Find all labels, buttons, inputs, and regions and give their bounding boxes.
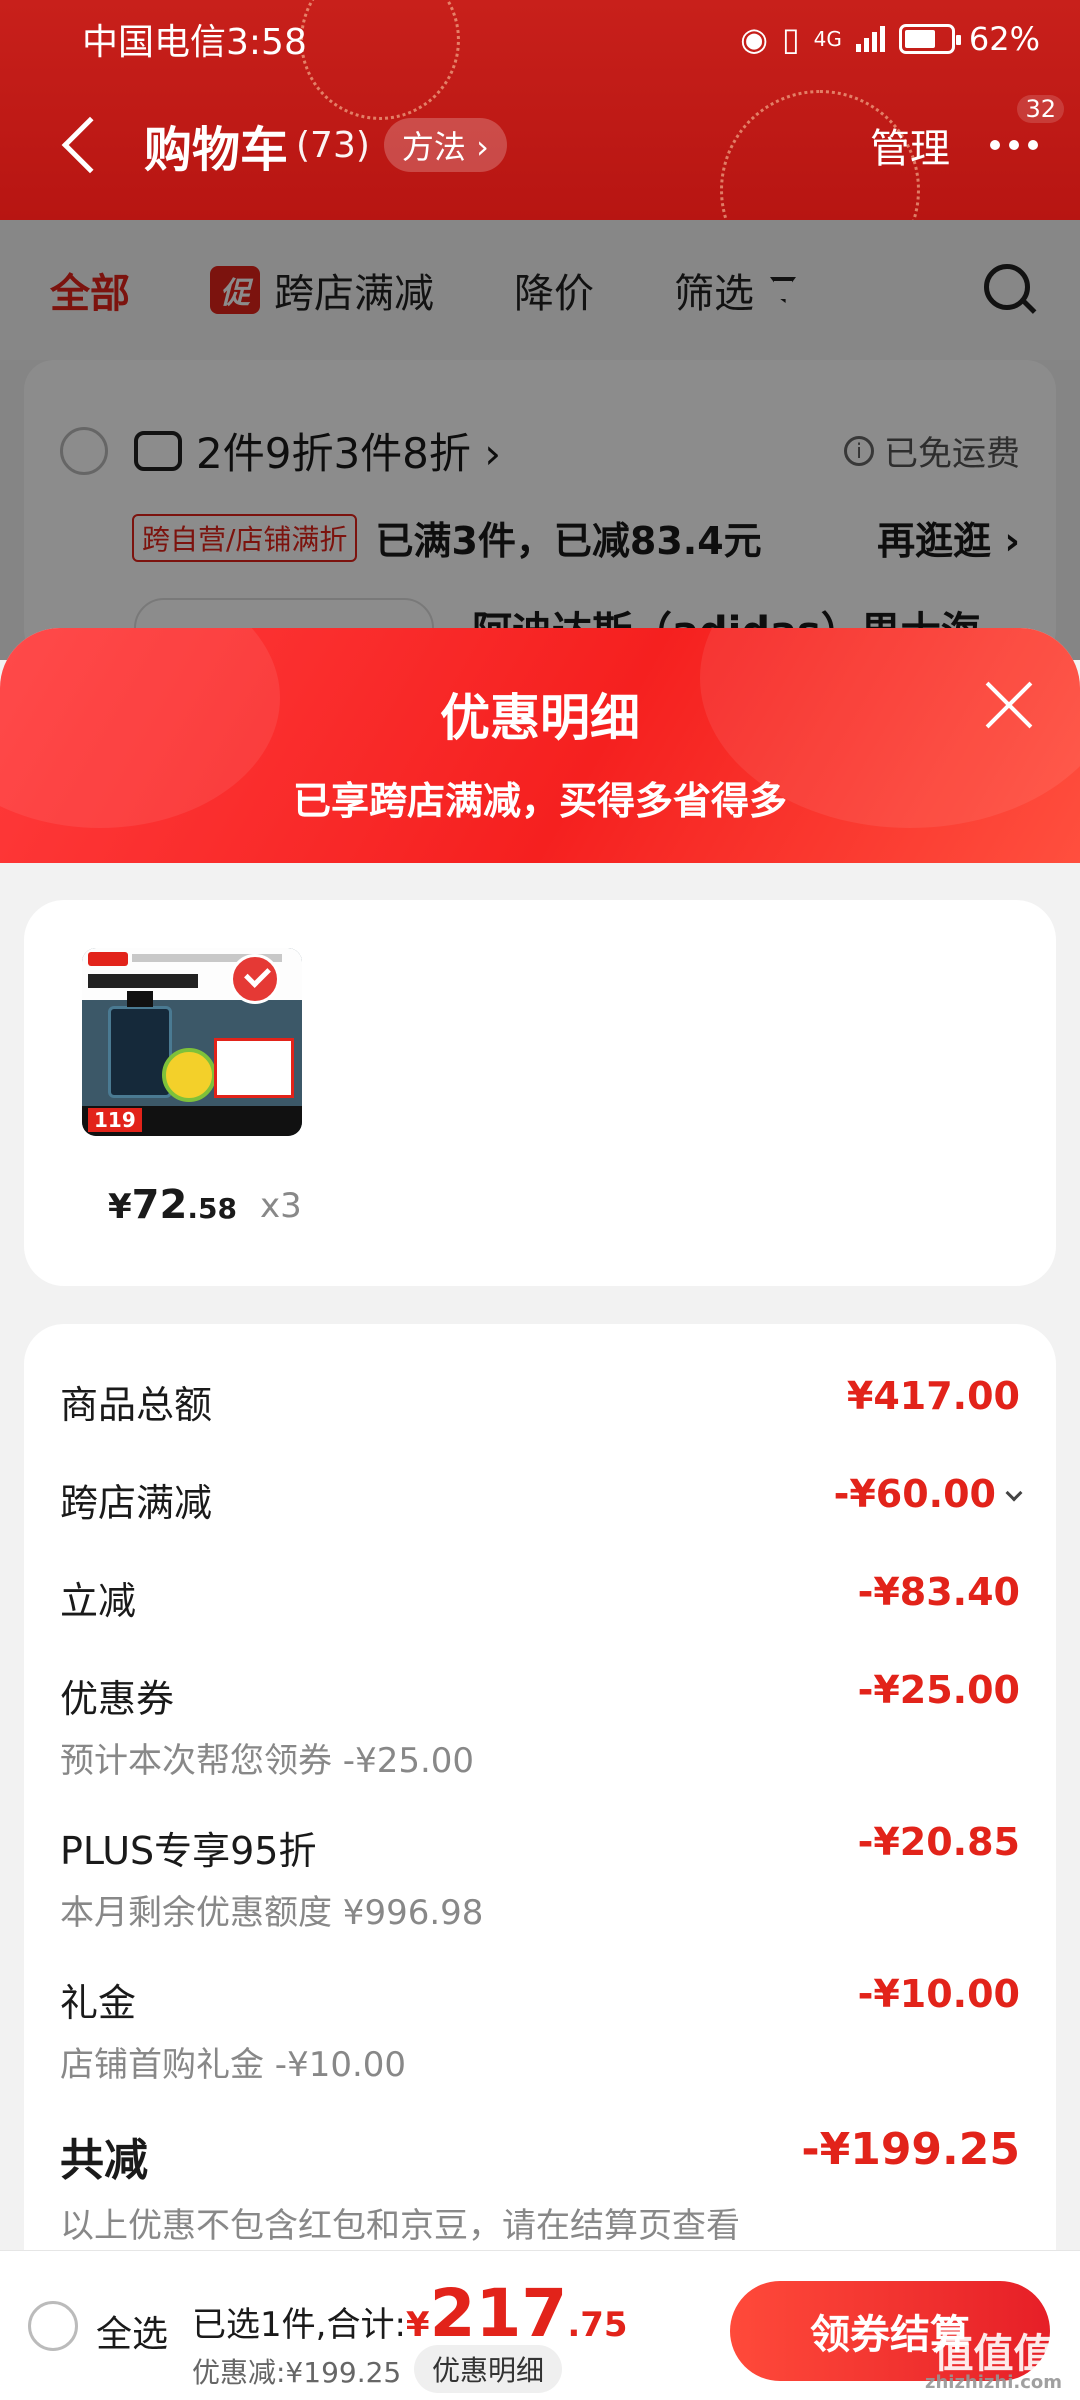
more-button[interactable]: 32 bbox=[990, 95, 1064, 165]
discount-detail-sheet: 优惠明细 已享跨店满减，买得多省得多 119 ¥72.58 x3 商品总额 ¥4… bbox=[0, 628, 1080, 2400]
detail-value-text: -¥60.00 bbox=[833, 1472, 996, 1516]
summary-prefix: 已选1件,合计: bbox=[192, 2305, 406, 2345]
watermark-logo: 值值值 zhizhizhi.com bbox=[925, 2334, 1062, 2392]
price-dec: .58 bbox=[187, 1192, 237, 1225]
total-int: 217 bbox=[429, 2275, 568, 2352]
detail-value: -¥10.00 bbox=[857, 1972, 1020, 2016]
detail-row-cross-store[interactable]: 跨店满减 -¥60.00 bbox=[60, 1472, 1023, 1527]
product-quantity: x3 bbox=[260, 1186, 302, 1226]
back-icon[interactable] bbox=[61, 116, 119, 174]
battery-percent: 62% bbox=[968, 20, 1040, 58]
discount-detail-button[interactable]: 优惠明细 bbox=[414, 2345, 563, 2393]
method-button[interactable]: 方法 › bbox=[383, 118, 507, 172]
sheet-title: 优惠明细 bbox=[440, 689, 640, 747]
signal-icon bbox=[855, 26, 885, 52]
title-bar: 购物车 (73) 方法 › 管理 32 bbox=[58, 95, 1064, 180]
total-note: 以上优惠不包含红包和京豆，请在结算页查看 bbox=[60, 2206, 740, 2246]
detail-value: -¥25.00 bbox=[857, 1668, 1020, 1712]
manage-button[interactable]: 管理 bbox=[870, 116, 950, 174]
cart-count: (73) bbox=[296, 124, 370, 166]
total-value: -¥199.25 bbox=[801, 2124, 1020, 2175]
close-icon[interactable] bbox=[984, 680, 1034, 730]
cart-header: 中国电信3:58 ◉ ▯ 4G 62% 购物车 (73) 方法 › 管理 32 bbox=[0, 0, 1080, 220]
status-bar: 中国电信3:58 ◉ ▯ 4G 62% bbox=[82, 14, 1040, 64]
modal-overlay[interactable] bbox=[0, 220, 1080, 660]
product-card: 119 ¥72.58 x3 bbox=[24, 900, 1056, 1286]
checkout-bar: 全选 已选1件,合计:¥217.75 优惠减:¥199.25 优惠明细 领券结算… bbox=[0, 2250, 1080, 2400]
price-symbol: ¥ bbox=[108, 1187, 132, 1227]
select-all-radio[interactable] bbox=[28, 2301, 78, 2351]
detail-row-instant-discount: 立减 -¥83.40 bbox=[60, 1570, 1020, 1625]
carrier-time: 中国电信3:58 bbox=[82, 22, 307, 63]
vibrate-icon: ▯ bbox=[782, 20, 800, 58]
watermark-url: zhizhizhi.com bbox=[924, 2372, 1062, 2393]
select-all-label[interactable]: 全选 bbox=[96, 2305, 168, 2357]
detail-row-subtotal: 商品总额 ¥417.00 bbox=[60, 1374, 1020, 1429]
sheet-header: 优惠明细 已享跨店满减，买得多省得多 bbox=[0, 628, 1080, 863]
detail-row-coupon: 优惠券 预计本次帮您领券 -¥25.00 -¥25.00 bbox=[60, 1668, 1020, 1782]
detail-value: -¥83.40 bbox=[857, 1570, 1020, 1614]
product-image-price-tag: 119 bbox=[88, 1108, 142, 1132]
detail-row-gift-money: 礼金 店铺首购礼金 -¥10.00 -¥10.00 bbox=[60, 1972, 1020, 2086]
detail-sub: 本月剩余优惠额度 ¥996.98 bbox=[60, 1893, 484, 1933]
sheet-subtitle: 已享跨店满减，买得多省得多 bbox=[292, 779, 787, 823]
more-dots-icon bbox=[990, 125, 1050, 165]
detail-row-total: 共减 以上优惠不包含红包和京豆，请在结算页查看 -¥199.25 bbox=[60, 2124, 1020, 2247]
chevron-down-icon bbox=[1005, 1484, 1023, 1502]
discount-details: 商品总额 ¥417.00 跨店满减 -¥60.00 立减 -¥83.40 优惠券… bbox=[24, 1324, 1056, 2400]
message-badge: 32 bbox=[1017, 95, 1064, 123]
detail-row-plus: PLUS专享95折 本月剩余优惠额度 ¥996.98 -¥20.85 bbox=[60, 1820, 1020, 1934]
total-yen: ¥ bbox=[405, 2305, 430, 2345]
detail-value: ¥417.00 bbox=[846, 1374, 1020, 1418]
eye-icon: ◉ bbox=[740, 20, 769, 58]
detail-sub: 店铺首购礼金 -¥10.00 bbox=[60, 2045, 407, 2085]
product-price: ¥72.58 bbox=[108, 1182, 237, 1228]
page-title: 购物车 bbox=[144, 122, 289, 178]
detail-sub: 预计本次帮您领券 -¥25.00 bbox=[60, 1741, 475, 1781]
checkmark-icon bbox=[230, 954, 280, 1004]
price-int: 72 bbox=[131, 1182, 188, 1228]
detail-value: -¥20.85 bbox=[857, 1820, 1020, 1864]
battery-icon bbox=[898, 24, 961, 54]
watermark-mark: 值值值 bbox=[933, 2331, 1054, 2377]
detail-value: -¥60.00 bbox=[833, 1472, 1023, 1516]
discount-amount: 优惠减:¥199.25 bbox=[192, 2356, 402, 2389]
network-label: 4G bbox=[813, 27, 842, 51]
total-summary: 已选1件,合计:¥217.75 bbox=[192, 2275, 628, 2352]
total-dec: .75 bbox=[567, 2305, 628, 2345]
